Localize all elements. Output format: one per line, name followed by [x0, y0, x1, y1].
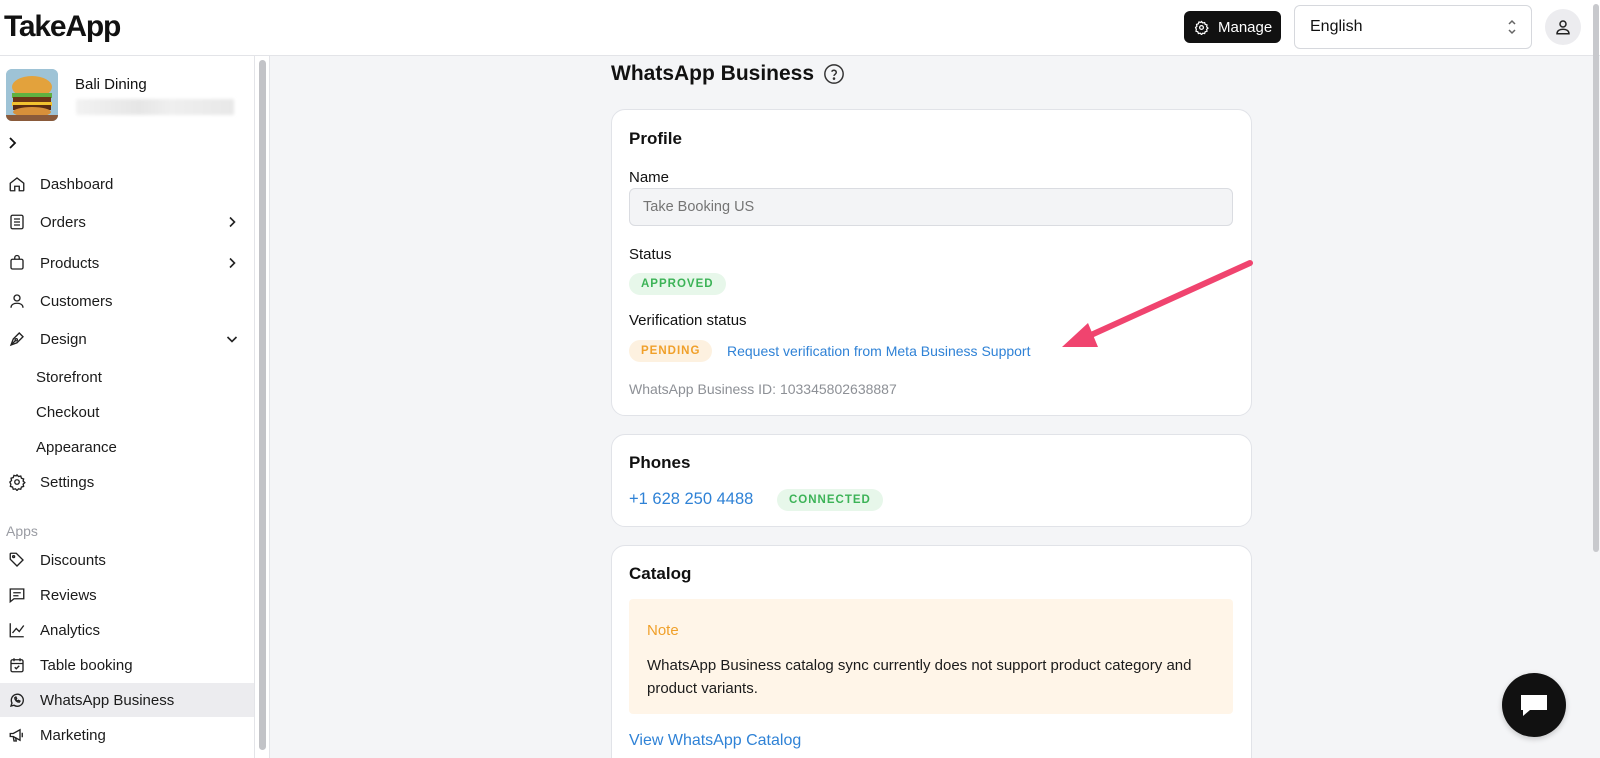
sidebar-item-label: Storefront	[36, 368, 102, 386]
name-input[interactable]	[629, 188, 1233, 226]
sidebar-item-label: Design	[40, 330, 87, 348]
status-label: Status	[629, 246, 672, 263]
sidebar-item-dashboard[interactable]: Dashboard	[0, 167, 254, 201]
sidebar-item-appearance[interactable]: Appearance	[0, 430, 254, 464]
chevron-down-icon	[226, 336, 238, 343]
page-scrollbar-thumb[interactable]	[1593, 4, 1599, 552]
sidebar-item-label: Marketing	[40, 726, 106, 744]
sidebar-item-label: Analytics	[40, 621, 101, 639]
sidebar-item-discounts[interactable]: Discounts	[0, 543, 254, 577]
sidebar-item-label: WhatsApp Business	[40, 691, 175, 709]
sidebar-item-whatsapp-business[interactable]: WhatsApp Business	[0, 683, 254, 717]
user-icon	[1556, 20, 1570, 35]
reviews-icon	[9, 588, 25, 604]
chart-icon	[9, 623, 25, 638]
sidebar-item-label: Dashboard	[40, 175, 114, 193]
sidebar-item-label: Customers	[40, 292, 113, 310]
sidebar-item-reviews[interactable]: Reviews	[0, 578, 254, 612]
sidebar-item-checkout[interactable]: Checkout	[0, 395, 254, 429]
sidebar-item-table-booking[interactable]: Table booking	[0, 648, 254, 682]
user-icon	[10, 294, 24, 308]
sidebar-item-label: Reviews	[40, 586, 97, 604]
verification-status-badge: PENDING	[629, 340, 713, 362]
chevron-right-icon[interactable]	[6, 136, 18, 150]
sidebar-item-orders[interactable]: Orders	[0, 205, 254, 239]
catalog-card-title: Catalog	[629, 564, 692, 583]
app-logo[interactable]: TakeApp	[4, 10, 121, 44]
home-icon	[9, 177, 25, 192]
sidebar-item-label: Table booking	[40, 656, 133, 674]
chat-bubble-icon	[1521, 695, 1547, 716]
calendar-icon	[10, 658, 24, 673]
manage-button[interactable]: Manage	[1184, 11, 1281, 43]
name-label: Name	[629, 169, 670, 186]
orders-icon	[10, 214, 24, 230]
sidebar-item-label: Checkout	[36, 403, 100, 421]
sidebar-item-storefront[interactable]: Storefront	[0, 360, 254, 394]
store-name: Bali Dining	[75, 76, 147, 93]
sidebar-item-label: Settings	[40, 473, 95, 491]
chevron-up-down-icon	[1508, 19, 1516, 35]
gear-icon	[9, 473, 26, 491]
sidebar-item-products[interactable]: Products	[0, 246, 254, 280]
page-scrollbar[interactable]	[1592, 0, 1600, 758]
catalog-note: Note WhatsApp Business catalog sync curr…	[629, 599, 1233, 714]
sidebar-item-marketing[interactable]: Marketing	[0, 718, 254, 752]
annotation-arrow	[1062, 260, 1253, 347]
phones-card: Phones +1 628 250 4488 CONNECTED	[611, 434, 1252, 527]
manage-button-label: Manage	[1218, 18, 1273, 36]
page-title-text: WhatsApp Business	[611, 62, 815, 85]
verification-status-label: Verification status	[629, 312, 747, 329]
sidebar-item-customers[interactable]: Customers	[0, 284, 254, 318]
burger-image	[6, 69, 58, 121]
pen-icon	[9, 332, 24, 347]
profile-card-title: Profile	[629, 129, 682, 148]
megaphone-icon	[9, 728, 23, 742]
view-whatsapp-catalog-link[interactable]: View WhatsApp Catalog	[629, 732, 801, 750]
page-title: WhatsApp Business	[611, 62, 845, 86]
apps-section-label: Apps	[6, 523, 38, 539]
language-select-value: English	[1310, 18, 1363, 35]
sidebar-item-label: Appearance	[36, 438, 117, 456]
sidebar-item-label: Products	[40, 254, 100, 272]
chat-button[interactable]	[1502, 673, 1566, 737]
store-switcher[interactable]: Bali Dining	[6, 69, 246, 121]
whatsapp-business-id: WhatsApp Business ID: 103345802638887	[629, 381, 897, 397]
phones-card-title: Phones	[629, 453, 691, 472]
help-icon[interactable]	[823, 63, 845, 85]
connected-badge: CONNECTED	[777, 489, 883, 511]
note-title: Note	[647, 622, 679, 639]
language-select[interactable]: English	[1294, 5, 1532, 49]
sidebar-item-analytics[interactable]: Analytics	[0, 613, 254, 647]
chevron-right-icon	[229, 216, 236, 228]
store-avatar	[6, 69, 58, 121]
sidebar: Bali Dining Dashboard Orders Products Cu…	[0, 56, 255, 758]
chevron-right-icon	[229, 257, 236, 269]
sidebar-item-label: Orders	[40, 213, 86, 231]
status-badge: APPROVED	[629, 273, 726, 295]
products-icon	[10, 254, 24, 270]
gear-icon	[1194, 20, 1209, 35]
sidebar-scrollbar-thumb[interactable]	[259, 60, 266, 750]
sidebar-item-settings[interactable]: Settings	[0, 465, 254, 499]
note-text: WhatsApp Business catalog sync currently…	[647, 657, 1192, 697]
request-verification-link[interactable]: Request verification from Meta Business …	[727, 343, 1030, 359]
user-menu-button[interactable]	[1545, 9, 1581, 45]
top-bar: TakeApp Manage English	[0, 0, 1600, 56]
sidebar-item-label: Discounts	[40, 551, 106, 569]
phone-number-link[interactable]: +1 628 250 4488	[629, 490, 753, 509]
tag-icon	[9, 552, 24, 567]
sidebar-scrollbar[interactable]	[255, 56, 270, 758]
catalog-card: Catalog Note WhatsApp Business catalog s…	[611, 545, 1252, 758]
whatsapp-icon	[9, 693, 24, 707]
store-subtitle-redacted	[76, 99, 234, 115]
sidebar-item-design[interactable]: Design	[0, 322, 254, 356]
